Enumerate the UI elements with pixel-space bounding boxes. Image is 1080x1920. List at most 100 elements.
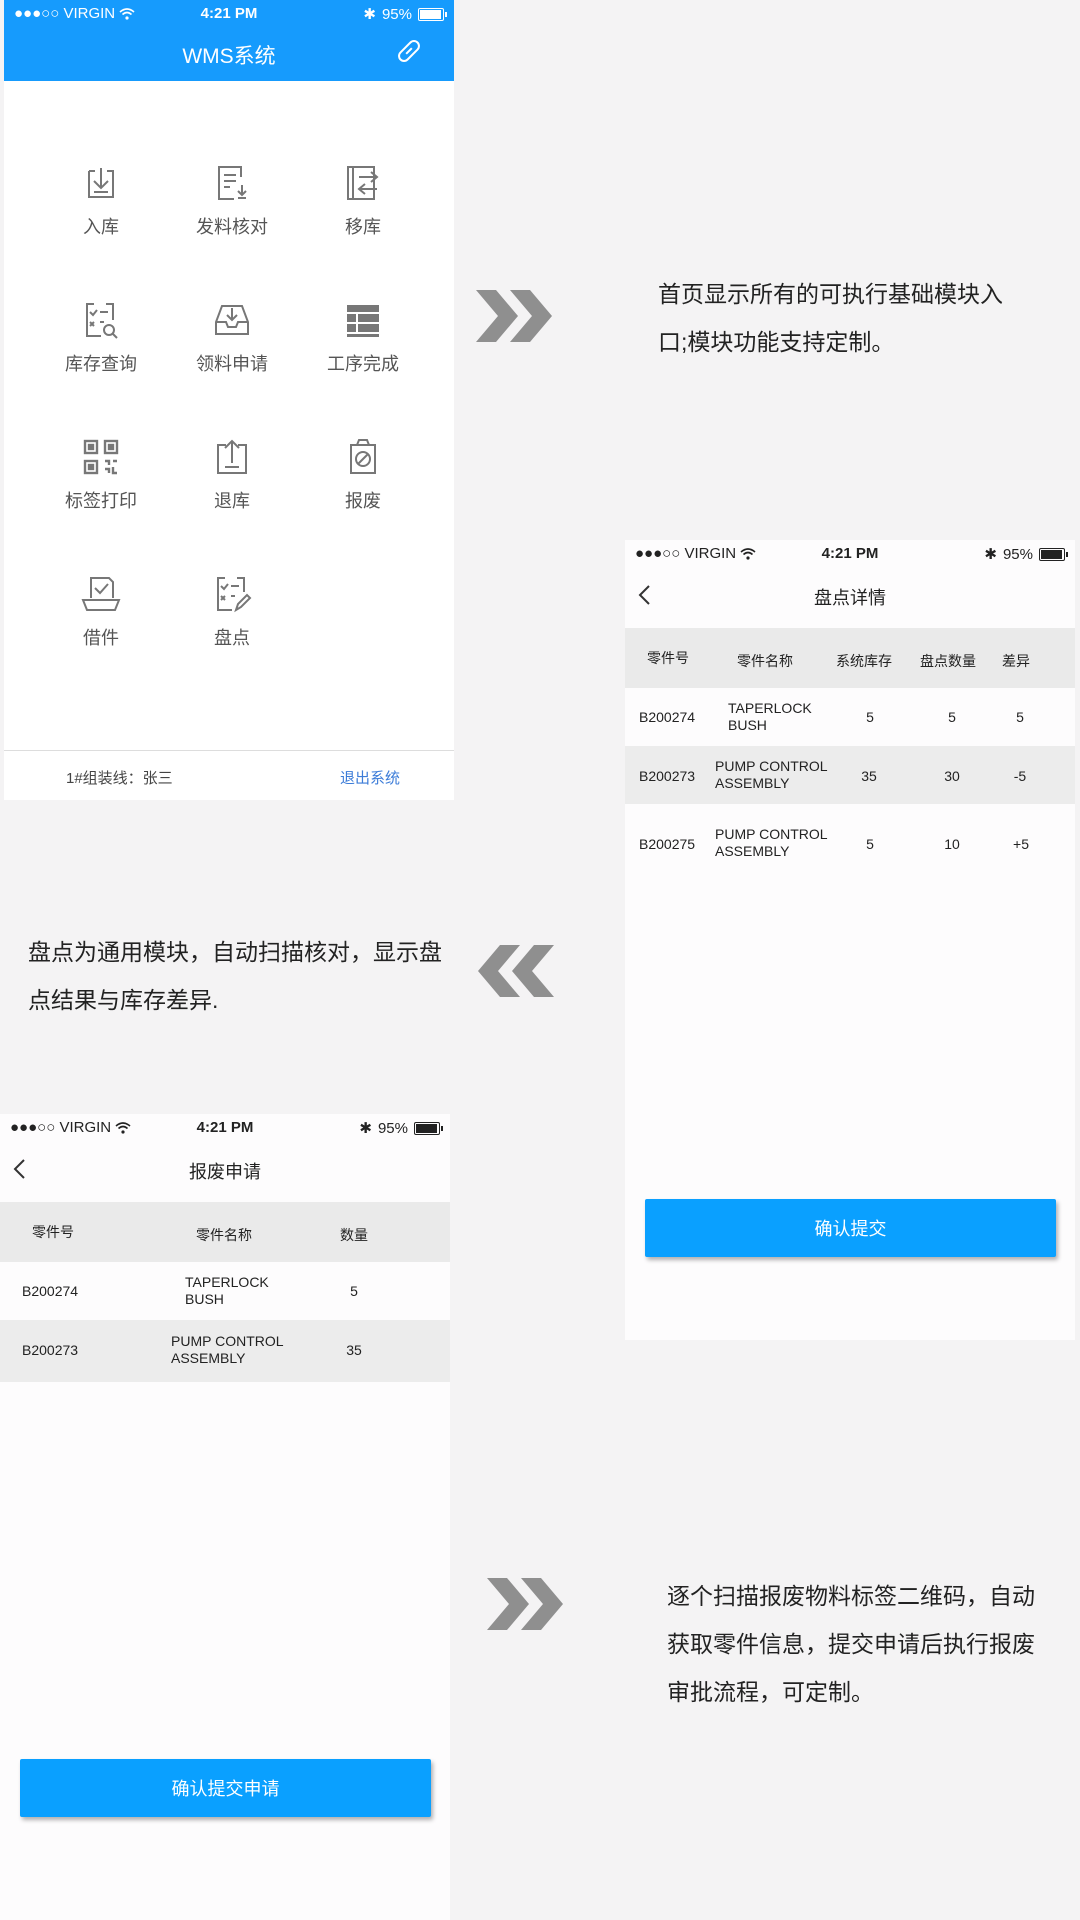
stocktake-description: 盘点为通用模块，自动扫描核对，显示盘点结果与库存差异. xyxy=(28,939,442,1013)
part-number: B200274 xyxy=(22,1283,79,1299)
page-title: 盘点详情 xyxy=(814,588,886,608)
table-row[interactable]: B200273 PUMP CONTROL ASSEMBLY 35 xyxy=(0,1320,450,1382)
module-scrap[interactable]: 报废 xyxy=(298,437,428,547)
module-borrow[interactable]: 借件 xyxy=(36,574,166,684)
module-label: 移库 xyxy=(345,217,381,237)
module-label: 工序完成 xyxy=(327,354,399,374)
module-label: 标签打印 xyxy=(65,491,137,511)
module-label: 库存查询 xyxy=(65,354,137,374)
qr-code-icon xyxy=(83,439,119,475)
table-row[interactable]: B200273 PUMP CONTROL ASSEMBLY 35 30 -5 xyxy=(625,746,1075,804)
difference: -5 xyxy=(1013,768,1027,784)
page-title: 报废申请 xyxy=(189,1162,261,1182)
table-row[interactable]: B200274 TAPERLOCK BUSH 5 xyxy=(0,1262,450,1320)
column-header: 零件名称 xyxy=(737,653,793,669)
module-inbound[interactable]: 入库 xyxy=(36,163,166,273)
column-header: 零件号 xyxy=(32,1224,74,1240)
bluetooth-icon: ✱ xyxy=(984,546,997,563)
link-icon[interactable] xyxy=(394,36,424,66)
confirm-submit-button[interactable]: 确认提交 xyxy=(645,1199,1056,1257)
line-info: 1#组装线：张三 xyxy=(66,770,173,787)
module-label: 退库 xyxy=(214,491,250,511)
column-header: 零件号 xyxy=(647,650,689,666)
nav-bar: 盘点详情 xyxy=(625,568,1075,625)
status-bar: ●●●○○ VIRGIN 4:21 PM ✱ 95% xyxy=(4,0,454,28)
table-header: 零件号 零件名称 数量 xyxy=(0,1202,450,1262)
module-label: 盘点 xyxy=(214,628,250,648)
battery-percent: 95% xyxy=(377,1119,408,1137)
part-name: PUMP CONTROL ASSEMBLY xyxy=(715,826,828,859)
count-qty: 10 xyxy=(944,836,960,852)
module-process-complete[interactable]: 工序完成 xyxy=(298,300,428,410)
arrow-right-icon xyxy=(476,290,552,342)
column-header: 数量 xyxy=(340,1227,368,1243)
module-label-print[interactable]: 标签打印 xyxy=(36,437,166,547)
system-qty: 5 xyxy=(866,709,874,725)
battery-icon xyxy=(418,7,447,21)
arrow-left-icon xyxy=(478,945,554,997)
table-row[interactable]: B200275 PUMP CONTROL ASSEMBLY 5 10 +5 xyxy=(625,814,1075,872)
difference: 5 xyxy=(1016,709,1024,725)
part-number: B200273 xyxy=(639,768,696,784)
part-number: B200273 xyxy=(22,1342,79,1358)
battery-percent: 95% xyxy=(1002,545,1033,563)
module-transfer[interactable]: 移库 xyxy=(298,163,428,273)
module-label: 借件 xyxy=(83,628,119,648)
part-number: B200274 xyxy=(639,709,696,725)
bluetooth-icon: ✱ xyxy=(359,1120,372,1137)
inventory-search-icon xyxy=(86,303,118,339)
module-material-request[interactable]: 领料申请 xyxy=(167,300,297,410)
status-bar: ●●●○○ VIRGIN 4:21 PM ✱ 95% xyxy=(625,540,1075,568)
module-label: 领料申请 xyxy=(196,354,268,374)
part-name: PUMP CONTROL ASSEMBLY xyxy=(171,1333,284,1366)
module-stocktake[interactable]: 盘点 xyxy=(167,574,297,684)
scrap-screen: ●●●○○ VIRGIN 4:21 PM ✱ 95% 报废申请 零件号 零件名称… xyxy=(0,1114,450,1920)
module-label: 入库 xyxy=(83,217,119,237)
system-qty: 35 xyxy=(861,768,877,784)
home-header: ●●●○○ VIRGIN 4:21 PM ✱ 95% WMS系统 xyxy=(4,0,454,81)
module-inventory-search[interactable]: 库存查询 xyxy=(36,300,166,410)
column-header: 系统库存 xyxy=(836,653,892,669)
stocktake-screen: ●●●○○ VIRGIN 4:21 PM ✱ 95% 盘点详情 零件号 零件名称… xyxy=(625,540,1075,1340)
module-label: 发料核对 xyxy=(196,217,268,237)
column-header: 零件名称 xyxy=(196,1227,252,1243)
transfer-icon xyxy=(347,166,379,200)
part-name: TAPERLOCK BUSH xyxy=(185,1274,269,1307)
column-header: 盘点数量 xyxy=(920,653,976,669)
borrow-box-icon xyxy=(81,577,121,611)
quantity: 5 xyxy=(350,1283,358,1299)
count-qty: 30 xyxy=(944,768,960,784)
home-screen: ●●●○○ VIRGIN 4:21 PM ✱ 95% WMS系统 入库 发料核对… xyxy=(4,0,454,800)
process-stack-icon xyxy=(347,305,379,337)
app-title: WMS系统 xyxy=(182,45,276,68)
quantity: 35 xyxy=(346,1342,362,1358)
battery-percent: 95% xyxy=(381,5,412,23)
nav-bar: 报废申请 xyxy=(0,1142,450,1199)
module-label: 报废 xyxy=(345,491,381,511)
return-upload-icon xyxy=(217,439,247,474)
issue-check-icon xyxy=(218,166,247,200)
table-row[interactable]: B200274 TAPERLOCK BUSH 5 5 5 xyxy=(625,688,1075,746)
part-name: TAPERLOCK BUSH xyxy=(728,700,812,733)
home-description: 首页显示所有的可执行基础模块入口;模块功能支持定制。 xyxy=(658,281,1003,355)
stocktake-edit-icon xyxy=(217,577,252,613)
status-bar: ●●●○○ VIRGIN 4:21 PM ✱ 95% xyxy=(0,1114,450,1142)
battery-icon xyxy=(1039,547,1068,561)
logout-link[interactable]: 退出系统 xyxy=(340,767,400,788)
scrap-description: 逐个扫描报废物料标签二维码，自动获取零件信息，提交申请后执行报废审批流程，可定制… xyxy=(667,1583,1035,1705)
home-footer: 1#组装线：张三 退出系统 xyxy=(4,750,454,800)
inbox-download-icon xyxy=(215,305,249,335)
module-issue-check[interactable]: 发料核对 xyxy=(167,163,297,273)
system-qty: 5 xyxy=(866,836,874,852)
scrap-clipboard-icon xyxy=(350,439,376,474)
battery-icon xyxy=(414,1121,443,1135)
part-number: B200275 xyxy=(639,836,696,852)
inbound-tray-icon xyxy=(88,168,114,198)
table-header: 零件号 零件名称 系统库存 盘点数量 差异 xyxy=(625,628,1075,688)
difference: +5 xyxy=(1013,836,1029,852)
column-header: 差异 xyxy=(1002,653,1030,669)
confirm-submit-request-button[interactable]: 确认提交申请 xyxy=(20,1759,431,1817)
arrow-right-icon xyxy=(487,1578,563,1630)
part-name: PUMP CONTROL ASSEMBLY xyxy=(715,758,828,791)
module-return[interactable]: 退库 xyxy=(167,437,297,547)
